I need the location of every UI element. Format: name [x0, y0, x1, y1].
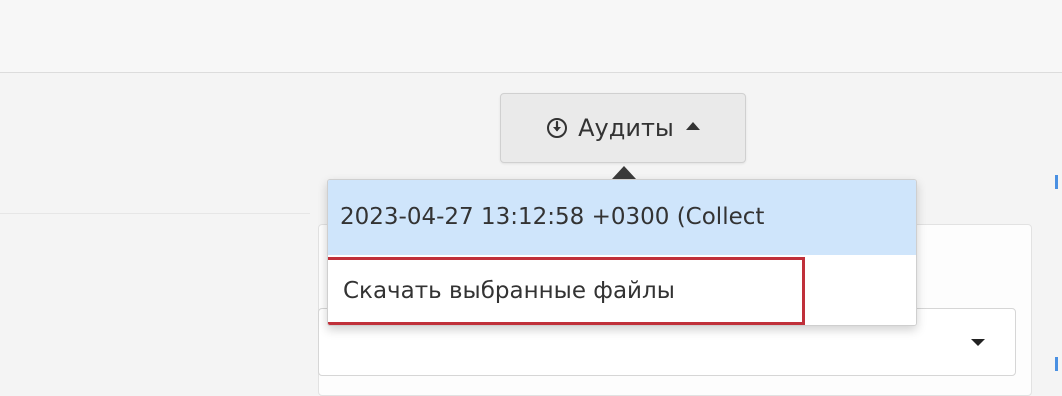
audits-button-label: Аудиты [578, 114, 674, 142]
download-selected-files-label: Скачать выбранные файлы [343, 278, 675, 304]
audits-dropdown-menu: 2023-04-27 13:12:58 +0300 (Collect Скача… [327, 179, 917, 326]
dropdown-item-download[interactable]: Скачать выбранные файлы [328, 255, 916, 325]
edge-mark [1055, 175, 1058, 189]
download-circle-icon [546, 117, 568, 139]
caret-up-icon [685, 122, 700, 130]
download-selected-files-link[interactable]: Скачать выбранные файлы [328, 257, 805, 325]
left-divider [0, 213, 310, 214]
edge-mark [1055, 357, 1058, 371]
audits-button[interactable]: Аудиты [500, 93, 746, 163]
dropdown-pointer [612, 166, 636, 179]
dropdown-item-audit[interactable]: 2023-04-27 13:12:58 +0300 (Collect [328, 180, 916, 255]
caret-down-icon [971, 339, 985, 346]
top-area [0, 0, 1062, 72]
